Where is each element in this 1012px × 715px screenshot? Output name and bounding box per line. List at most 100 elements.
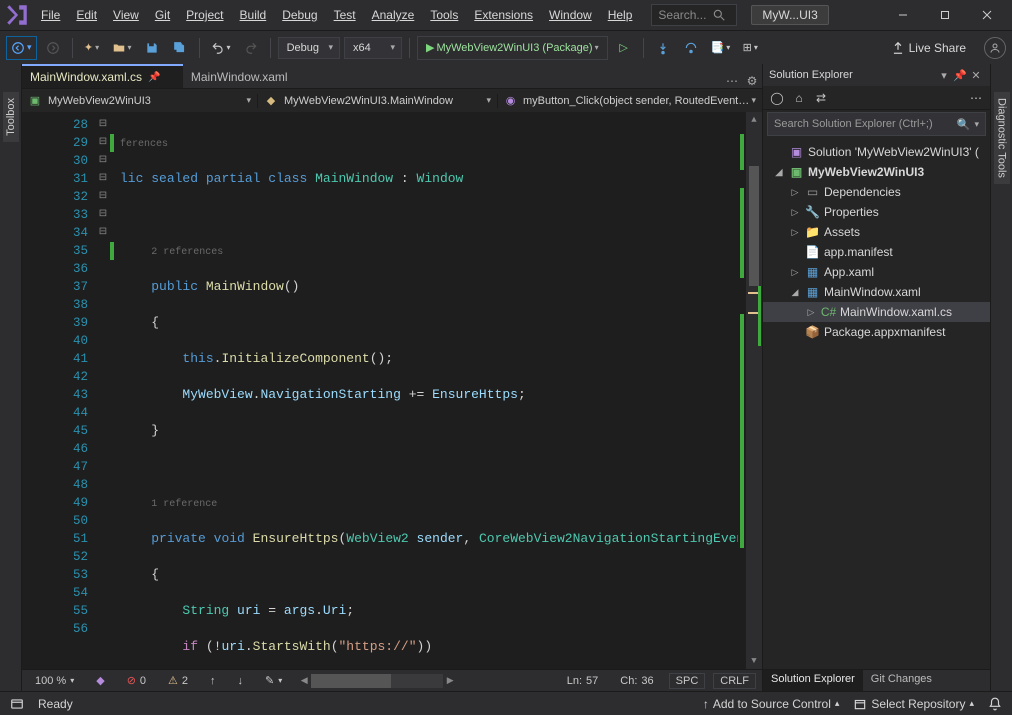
output-icon[interactable]	[10, 697, 24, 711]
step-over-button[interactable]	[679, 36, 703, 60]
tree-node-mainxaml[interactable]: ◢▦MainWindow.xaml	[763, 282, 990, 302]
tree-node-appxaml[interactable]: ▷▦App.xaml	[763, 262, 990, 282]
solution-explorer-search[interactable]: Search Solution Explorer (Ctrl+;) 🔍 ▾	[767, 112, 986, 136]
menu-analyze[interactable]: Analyze	[365, 4, 422, 26]
refresh-icon[interactable]	[833, 88, 964, 108]
right-panel-tabs: Solution Explorer Git Changes	[763, 669, 990, 691]
tree-node-project[interactable]: ◢▣MyWebView2WinUI3	[763, 162, 990, 182]
diagnostic-tools-tab[interactable]: Diagnostic Tools	[990, 64, 1012, 691]
main-toolbar: ▾ ✦▾ ▾ ▾ Debug x64 ▶ MyWebView2WinUI3 (P…	[0, 30, 1012, 64]
toolbox-tab[interactable]: Toolbox	[0, 64, 22, 691]
menu-debug[interactable]: Debug	[275, 4, 324, 26]
method-icon: ◉	[504, 94, 517, 108]
save-button[interactable]	[140, 36, 164, 60]
title-search-box[interactable]: Search...	[651, 4, 737, 26]
home-icon[interactable]: ⌂	[789, 88, 809, 108]
platform-combo[interactable]: x64	[344, 37, 402, 59]
menu-project[interactable]: Project	[179, 4, 230, 26]
indent-mode[interactable]: SPC	[669, 673, 706, 689]
start-no-debug-button[interactable]: ▷	[612, 36, 636, 60]
nav-member-combo[interactable]: ◉ myButton_Click(object sender, RoutedEv…	[498, 94, 762, 108]
menu-tools[interactable]: Tools	[423, 4, 465, 26]
code-editor[interactable]: 2829303132333435363738394041424344454647…	[22, 112, 762, 669]
sync-icon[interactable]: ⇄	[811, 88, 831, 108]
step-into-button[interactable]	[651, 36, 675, 60]
vertical-scrollbar[interactable]: ▲ ▼	[746, 112, 762, 669]
warning-count[interactable]: ⚠ 2	[161, 673, 195, 688]
solution-explorer-panel: Solution Explorer ▾ 📌 ✕ ◯ ⌂ ⇄ ⋯ Search S…	[762, 64, 990, 691]
overflow-icon[interactable]: ⋯	[966, 88, 986, 108]
notifications-icon[interactable]	[988, 697, 1002, 711]
tree-node-solution[interactable]: ▣Solution 'MyWebView2WinUI3' (	[763, 142, 990, 162]
pin-icon[interactable]: 📌	[148, 72, 160, 83]
menu-build[interactable]: Build	[233, 4, 274, 26]
menu-test[interactable]: Test	[327, 4, 363, 26]
highlighter-icon[interactable]: ✎▾	[258, 673, 289, 688]
close-window-button[interactable]	[966, 0, 1008, 30]
project-pill[interactable]: MyW...UI3	[751, 5, 828, 25]
main-area: Toolbox MainWindow.xaml.cs 📌 ✕ MainWindo…	[0, 64, 1012, 691]
find-button[interactable]: ⊞▾	[738, 36, 762, 60]
tab-overflow-button[interactable]: ⋯	[722, 74, 742, 88]
new-item-button[interactable]: ✦▾	[80, 36, 104, 60]
menu-edit[interactable]: Edit	[69, 4, 104, 26]
horizontal-scrollbar[interactable]: ◀▶	[297, 674, 457, 688]
config-combo[interactable]: Debug	[278, 37, 340, 59]
nav-fwd-button[interactable]	[41, 36, 65, 60]
tab-solution-explorer[interactable]: Solution Explorer	[763, 670, 863, 691]
undo-button[interactable]: ▾	[207, 36, 235, 60]
next-issue-button[interactable]: ↓	[231, 674, 251, 688]
solution-explorer-title: Solution Explorer ▾ 📌 ✕	[763, 64, 990, 86]
csharp-icon: ▣	[28, 94, 42, 108]
status-ready: Ready	[38, 697, 73, 711]
nav-back-button[interactable]: ▾	[6, 36, 37, 60]
tab-git-changes[interactable]: Git Changes	[863, 670, 940, 691]
menu-extensions[interactable]: Extensions	[467, 4, 540, 26]
redo-button[interactable]	[239, 36, 263, 60]
class-icon: ◆	[264, 94, 278, 108]
eol-mode[interactable]: CRLF	[713, 673, 756, 689]
menu-git[interactable]: Git	[148, 4, 177, 26]
menu-file[interactable]: File	[34, 4, 67, 26]
window-position-icon[interactable]: ▾	[936, 69, 952, 82]
caret-col: Ch: 36	[613, 674, 660, 688]
tree-node-mainxaml-cs[interactable]: ▷C#MainWindow.xaml.cs	[763, 302, 990, 322]
prev-issue-button[interactable]: ↑	[203, 674, 223, 688]
minimize-button[interactable]	[882, 0, 924, 30]
open-file-button[interactable]: ▾	[108, 36, 136, 60]
vs-logo-icon	[4, 2, 30, 28]
tree-node-dependencies[interactable]: ▷▭Dependencies	[763, 182, 990, 202]
tree-node-properties[interactable]: ▷🔧Properties	[763, 202, 990, 222]
autohide-pin-icon[interactable]: 📌	[952, 69, 968, 82]
maximize-button[interactable]	[924, 0, 966, 30]
solution-tree[interactable]: ▣Solution 'MyWebView2WinUI3' ( ◢▣MyWebVi…	[763, 138, 990, 669]
tree-node-assets[interactable]: ▷📁Assets	[763, 222, 990, 242]
back-icon[interactable]: ◯	[767, 88, 787, 108]
browse-button[interactable]: 📑▾	[707, 36, 735, 60]
error-count[interactable]: ⊘ 0	[120, 673, 153, 688]
search-icon	[712, 8, 726, 22]
close-panel-icon[interactable]: ✕	[968, 69, 984, 82]
account-icon[interactable]	[984, 37, 1006, 59]
document-tabs: MainWindow.xaml.cs 📌 ✕ MainWindow.xaml ✕…	[22, 64, 762, 88]
select-repo-button[interactable]: Select Repository ▴	[853, 697, 974, 711]
tab-gear-icon[interactable]: ⚙	[742, 74, 762, 88]
zoom-combo[interactable]: 100 % ▾	[28, 674, 81, 688]
tab-mainwindow-xaml[interactable]: MainWindow.xaml ✕	[183, 64, 310, 88]
window-controls	[882, 0, 1008, 30]
start-debug-button[interactable]: ▶ MyWebView2WinUI3 (Package) ▾	[417, 36, 608, 60]
tab-mainwindow-cs[interactable]: MainWindow.xaml.cs 📌 ✕	[22, 64, 183, 88]
nav-class-combo[interactable]: ◆ MyWebView2WinUI3.MainWindow	[258, 94, 498, 108]
main-menu: File Edit View Git Project Build Debug T…	[34, 4, 639, 26]
tree-node-appmanifest[interactable]: 📄app.manifest	[763, 242, 990, 262]
menu-window[interactable]: Window	[542, 4, 599, 26]
tree-node-package[interactable]: 📦Package.appxmanifest	[763, 322, 990, 342]
title-bar: File Edit View Git Project Build Debug T…	[0, 0, 1012, 30]
menu-view[interactable]: View	[106, 4, 146, 26]
menu-help[interactable]: Help	[601, 4, 640, 26]
add-source-control-button[interactable]: ↑ Add to Source Control ▴	[703, 697, 840, 711]
live-share-button[interactable]: Live Share	[883, 41, 974, 55]
nav-project-combo[interactable]: ▣ MyWebView2WinUI3	[22, 94, 258, 108]
issues-button[interactable]: ◆	[89, 673, 111, 688]
save-all-button[interactable]	[168, 36, 192, 60]
